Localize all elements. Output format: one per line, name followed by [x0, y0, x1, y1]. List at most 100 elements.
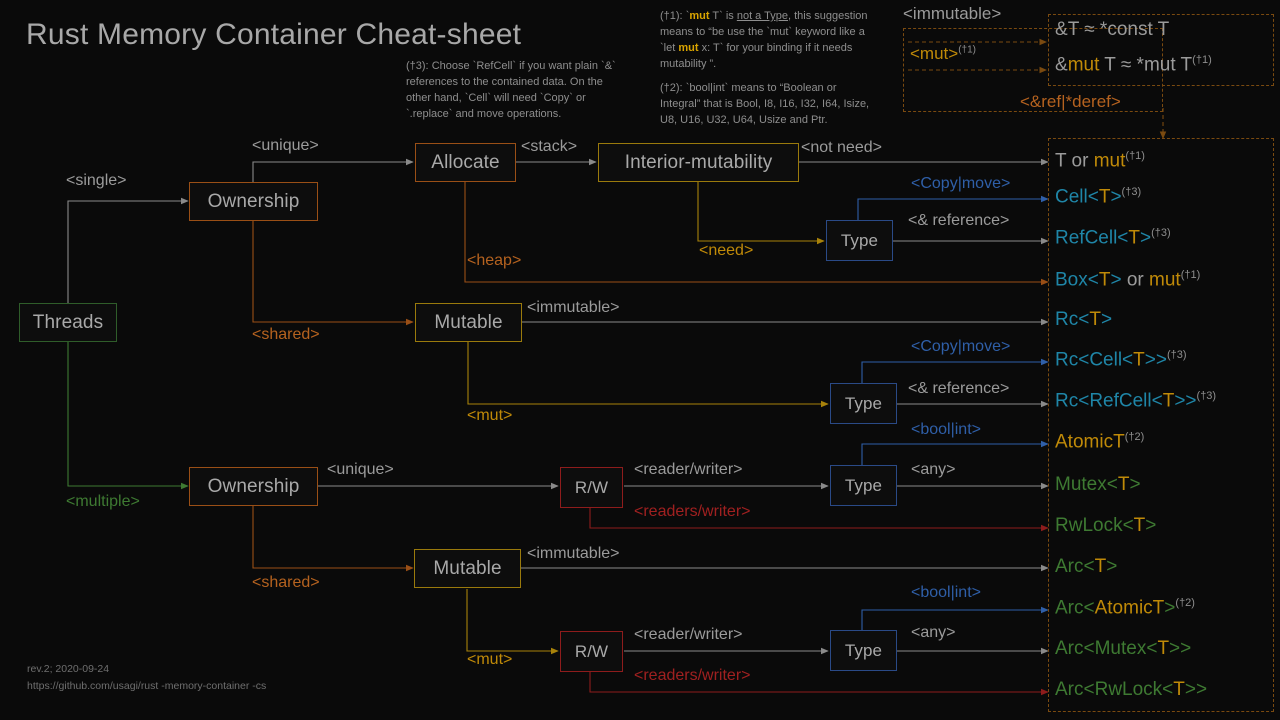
edge-label-copy-move-1: <Copy|move> [911, 175, 1011, 192]
note-1-mut-kw-2: mut [678, 42, 699, 54]
node-interior-mutability-label: Interior-mutability [624, 151, 773, 173]
output-box-t-or-mut-part-1: T [1098, 269, 1111, 291]
output-rwlock-t-part-1: T [1133, 515, 1146, 536]
ref-row-1-sup: (†1) [1192, 54, 1212, 66]
output-rc-refcell-t-superscript: (†3) [1196, 390, 1217, 402]
output-arc-mutex-t-part-2: >> [1169, 638, 1192, 659]
edge-label-mut-1: <mut> [467, 407, 513, 424]
output-refcell-t-part-0: RefCell< [1055, 227, 1129, 249]
output-arc-t-part-2: > [1106, 556, 1118, 577]
output-rc-t-part-0: Rc< [1055, 309, 1090, 330]
output-arc-t[interactable]: Arc<T> [1055, 556, 1117, 578]
node-type-2[interactable]: Type [830, 383, 897, 424]
page-title: Rust Memory Container Cheat-sheet [26, 18, 522, 51]
ref-label-mut: <mut>(†1) [910, 44, 976, 64]
node-type-3[interactable]: Type [830, 465, 897, 506]
edge-label-unique-1: <unique> [252, 137, 319, 154]
node-mutable-multi-label: Mutable [433, 557, 502, 579]
output-arc-mutex-t-part-1: T [1157, 638, 1170, 659]
output-rc-t[interactable]: Rc<T> [1055, 309, 1112, 331]
output-arc-rwlock-t-part-1: T [1173, 679, 1185, 700]
output-rc-cell-t[interactable]: Rc<Cell<T>>(†3) [1055, 349, 1187, 371]
node-ownership-multi-label: Ownership [207, 475, 300, 497]
node-mutable-multi[interactable]: Mutable [414, 549, 521, 588]
output-rwlock-t-part-0: RwLock< [1055, 515, 1134, 536]
edge-label-not-need: <not need> [801, 139, 882, 156]
note-3-marker: (†3): [406, 60, 432, 72]
node-type-1[interactable]: Type [826, 220, 893, 261]
output-rc-refcell-t-part-0: Rc<RefCell< [1055, 390, 1163, 412]
node-allocate[interactable]: Allocate [415, 143, 516, 182]
output-arc-mutex-t[interactable]: Arc<Mutex<T>> [1055, 638, 1191, 660]
edge-label-and-reference-2: <& reference> [908, 380, 1010, 397]
output-arc-atomic-t-superscript: (†2) [1175, 597, 1195, 609]
output-refcell-t[interactable]: RefCell<T>(†3) [1055, 227, 1171, 249]
edge-label-multiple: <multiple> [66, 493, 140, 510]
edge-label-reader-writer-1: <reader/writer> [634, 461, 743, 478]
output-arc-rwlock-t[interactable]: Arc<RwLock<T>> [1055, 679, 1207, 701]
output-rc-cell-t-part-1: T [1133, 349, 1145, 371]
edge-label-reader-writer-2: <reader/writer> [634, 626, 743, 643]
node-type-1-label: Type [840, 230, 879, 250]
output-atomic-t[interactable]: AtomicT(†2) [1055, 431, 1144, 453]
output-rc-cell-t-part-0: Rc<Cell< [1055, 349, 1134, 371]
edge-label-mut-2: <mut> [467, 651, 513, 668]
output-t-or-mut-part-1: mut [1093, 150, 1126, 172]
ref-row-0-mid: T ≈ *const T [1067, 19, 1170, 40]
output-mutex-t[interactable]: Mutex<T> [1055, 474, 1141, 496]
node-type-4[interactable]: Type [830, 630, 897, 671]
output-cell-t[interactable]: Cell<T>(†3) [1055, 186, 1141, 208]
output-box-t-or-mut-part-4: mut [1149, 269, 1181, 291]
node-rw-2[interactable]: R/W [560, 631, 623, 672]
node-ownership-multi[interactable]: Ownership [189, 467, 318, 506]
node-rw-1[interactable]: R/W [560, 467, 623, 508]
edge-label-bool-int-1: <bool|int> [911, 421, 981, 438]
note-2-marker: (†2): [660, 82, 686, 94]
ref-row-0-pre: & [1055, 19, 1068, 40]
outputs-dashed-group [1048, 138, 1274, 712]
output-cell-t-part-1: T [1098, 186, 1111, 208]
output-t-or-mut-superscript: (†1) [1125, 150, 1145, 162]
output-arc-t-part-0: Arc< [1055, 556, 1095, 577]
ref-label-mut-text: <mut> [910, 44, 959, 63]
edge-label-immutable-2: <immutable> [527, 545, 620, 562]
node-mutable-single[interactable]: Mutable [415, 303, 522, 342]
output-rwlock-t[interactable]: RwLock<T> [1055, 515, 1156, 537]
node-type-4-label: Type [844, 640, 883, 660]
node-mutable-single-label: Mutable [434, 311, 503, 333]
output-rc-t-part-1: T [1089, 309, 1101, 330]
output-box-t-or-mut[interactable]: Box<T> or mut(†1) [1055, 269, 1200, 291]
node-threads[interactable]: Threads [19, 303, 117, 342]
node-threads-label: Threads [32, 311, 104, 333]
footer-url[interactable]: https://github.com/usagi/rust -memory-co… [27, 677, 266, 695]
edge-label-copy-move-2: <Copy|move> [911, 338, 1011, 355]
edge-label-stack: <stack> [521, 138, 578, 155]
output-rc-refcell-t[interactable]: Rc<RefCell<T>>(†3) [1055, 390, 1216, 412]
node-rw-2-label: R/W [574, 641, 609, 661]
footer-revision: rev.2; 2020-09-24 [27, 663, 110, 675]
output-arc-atomic-t-part-1: AtomicT [1094, 597, 1165, 619]
output-t-or-mut[interactable]: T or mut(†1) [1055, 150, 1145, 172]
output-box-t-or-mut-part-2: > [1110, 269, 1122, 291]
output-arc-atomic-t[interactable]: Arc<AtomicT>(†2) [1055, 597, 1195, 619]
output-arc-t-part-1: T [1094, 556, 1107, 577]
output-mutex-t-part-1: T [1117, 474, 1130, 495]
output-refcell-t-superscript: (†3) [1151, 227, 1171, 239]
node-ownership-single[interactable]: Ownership [189, 182, 318, 221]
output-rc-refcell-t-part-1: T [1162, 390, 1175, 412]
output-rc-refcell-t-part-2: >> [1174, 390, 1197, 412]
note-1-underline: not a Type [736, 10, 788, 22]
output-atomic-t-superscript: (†2) [1124, 431, 1145, 443]
edge-label-single: <single> [66, 172, 127, 189]
output-box-t-or-mut-superscript: (†1) [1180, 269, 1201, 281]
ref-label-immutable: <immutable> [903, 4, 1002, 23]
ref-label-mut-sup: (†1) [958, 44, 976, 56]
note-3: (†3): Choose `RefCell` if you want plain… [406, 58, 628, 122]
node-interior-mutability[interactable]: Interior-mutability [598, 143, 799, 182]
node-rw-1-label: R/W [574, 477, 609, 497]
output-arc-atomic-t-part-2: > [1164, 597, 1176, 619]
edge-label-readers-writer-2: <readers/writer> [634, 667, 751, 684]
cheatsheet-canvas: Rust Memory Container Cheat-sheet (†3): … [0, 0, 1280, 720]
note-3-text: Choose `RefCell` if you want plain `&` r… [406, 60, 616, 120]
edge-label-bool-int-2: <bool|int> [911, 584, 981, 601]
